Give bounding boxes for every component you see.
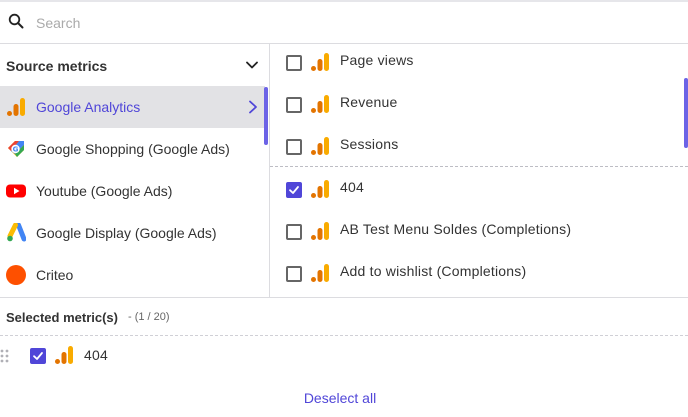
deselect-all-button[interactable]: Deselect all bbox=[304, 390, 376, 406]
youtube-icon bbox=[6, 184, 26, 198]
search-input[interactable] bbox=[32, 10, 672, 36]
metric-label: Sessions bbox=[340, 136, 399, 152]
source-metrics-header[interactable]: Source metrics bbox=[0, 44, 269, 86]
google-analytics-icon bbox=[7, 98, 25, 116]
metric-label: 404 bbox=[340, 179, 364, 195]
metric-item-sessions[interactable]: Sessions bbox=[270, 126, 682, 168]
metric-label: Add to wishlist (Completions) bbox=[340, 263, 527, 279]
metric-label: Revenue bbox=[340, 94, 398, 110]
metric-item-ab-test-menu-soldes[interactable]: AB Test Menu Soldes (Completions) bbox=[270, 211, 682, 253]
chevron-right-icon bbox=[249, 100, 257, 114]
selected-checkbox-checked[interactable] bbox=[30, 348, 46, 364]
metric-checkbox[interactable] bbox=[286, 55, 302, 71]
metric-item-add-to-wishlist[interactable]: Add to wishlist (Completions) bbox=[270, 253, 682, 295]
metric-item-404[interactable]: 404 bbox=[270, 169, 682, 211]
svg-text:G: G bbox=[13, 146, 19, 154]
metric-item-page-views[interactable]: Page views bbox=[270, 42, 682, 84]
deselect-all-row: Deselect all bbox=[0, 390, 680, 406]
source-item-label: Google Display (Google Ads) bbox=[36, 225, 217, 241]
source-item-criteo[interactable]: Criteo bbox=[0, 254, 265, 296]
google-shopping-icon: G bbox=[8, 141, 24, 157]
check-icon bbox=[289, 186, 299, 194]
selected-metrics-count: - (1 / 20) bbox=[128, 311, 170, 323]
metric-item-revenue[interactable]: Revenue bbox=[270, 84, 682, 126]
search-icon bbox=[8, 13, 24, 29]
source-item-label: Google Shopping (Google Ads) bbox=[36, 141, 230, 157]
metric-checkbox-checked[interactable] bbox=[286, 182, 302, 198]
metric-label: AB Test Menu Soldes (Completions) bbox=[340, 221, 572, 237]
search-bar bbox=[0, 2, 688, 44]
google-analytics-icon bbox=[311, 137, 329, 155]
drag-handle-icon[interactable] bbox=[0, 348, 10, 364]
metrics-section-divider bbox=[270, 166, 688, 167]
source-metrics-title: Source metrics bbox=[6, 58, 108, 74]
google-analytics-icon bbox=[311, 180, 329, 198]
google-analytics-icon bbox=[311, 222, 329, 240]
metric-checkbox[interactable] bbox=[286, 224, 302, 240]
google-analytics-icon bbox=[311, 53, 329, 71]
source-item-label: Criteo bbox=[36, 267, 74, 283]
metric-checkbox[interactable] bbox=[286, 266, 302, 282]
source-item-label: Google Analytics bbox=[36, 99, 141, 115]
google-ads-icon bbox=[7, 223, 26, 242]
selected-metrics-section: Selected metric(s) - (1 / 20) 404 Desele… bbox=[0, 297, 688, 417]
source-metrics-list: Source metrics Google Analytics G Google… bbox=[0, 44, 270, 297]
criteo-icon bbox=[6, 265, 26, 285]
metric-checkbox[interactable] bbox=[286, 139, 302, 155]
google-analytics-icon bbox=[311, 264, 329, 282]
source-item-google-analytics[interactable]: Google Analytics bbox=[0, 86, 265, 128]
source-item-google-display[interactable]: Google Display (Google Ads) bbox=[0, 212, 265, 254]
metric-label: Page views bbox=[340, 52, 414, 68]
metrics-picker-panel: Source metrics Google Analytics bbox=[0, 0, 688, 417]
source-item-label: Youtube (Google Ads) bbox=[36, 183, 173, 199]
metrics-list-scrollbar[interactable] bbox=[684, 78, 688, 148]
metric-checkbox[interactable] bbox=[286, 97, 302, 113]
metrics-list: Page views Revenue Sessions 404 AB Test … bbox=[270, 44, 688, 297]
selected-metrics-title: Selected metric(s) bbox=[6, 310, 118, 325]
source-list-scrollbar[interactable] bbox=[264, 87, 268, 145]
check-icon bbox=[33, 352, 43, 360]
selected-metric-label: 404 bbox=[84, 347, 108, 363]
source-item-google-shopping[interactable]: G Google Shopping (Google Ads) bbox=[0, 128, 265, 170]
google-analytics-icon bbox=[55, 346, 73, 364]
google-analytics-icon bbox=[311, 95, 329, 113]
source-item-youtube[interactable]: Youtube (Google Ads) bbox=[0, 170, 265, 212]
chevron-down-icon[interactable] bbox=[244, 57, 260, 73]
selected-item-404[interactable]: 404 bbox=[0, 336, 688, 378]
